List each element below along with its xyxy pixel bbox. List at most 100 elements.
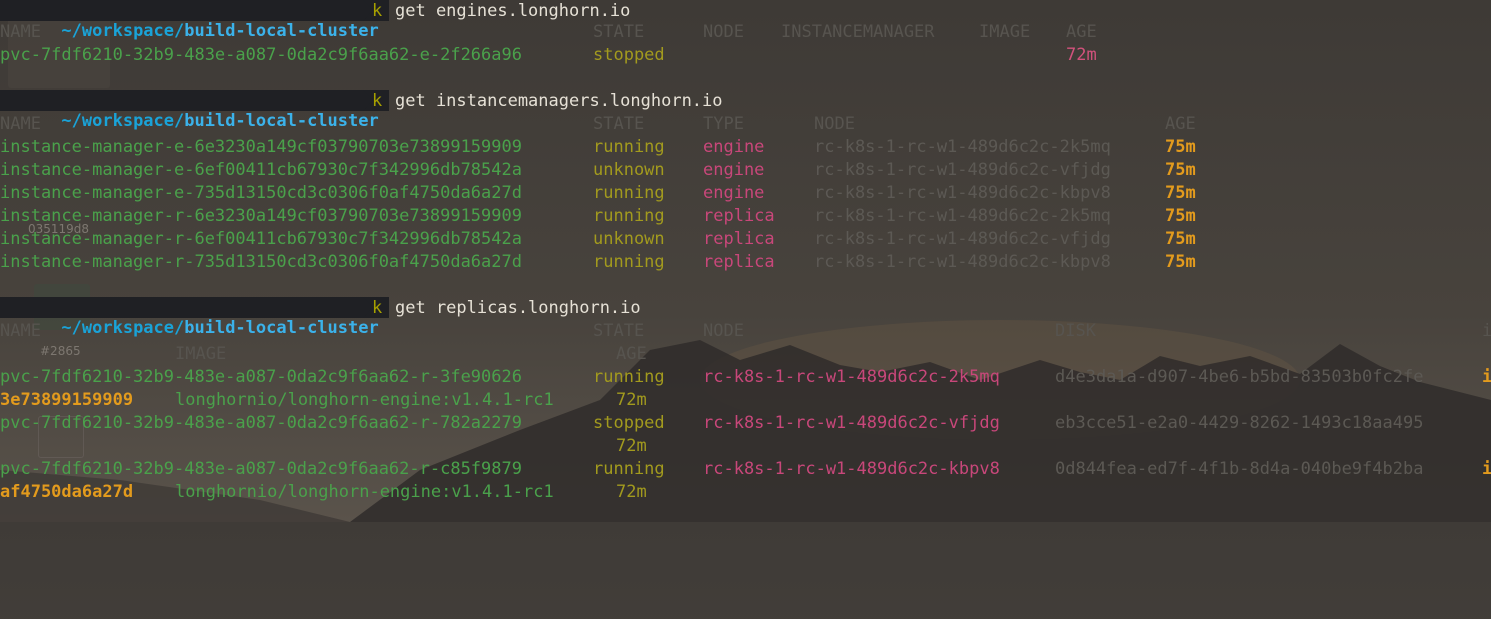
cell-age: 72m <box>616 482 647 502</box>
table-row: instance-manager-e-735d13150cd3c0306f0af… <box>0 182 1491 205</box>
cell-node: rc-k8s-1-rc-w1-489d6c2c-kbpv8 <box>814 183 1111 203</box>
cell-age: 75m <box>1165 229 1196 249</box>
header-image: IMAGE <box>979 22 1031 42</box>
cell-node: rc-k8s-1-rc-w1-489d6c2c-kbpv8 <box>814 252 1111 272</box>
cell-name: instance-manager-e-6e3230a149cf03790703e… <box>0 137 522 157</box>
header-name: NAME <box>0 22 41 42</box>
cell-type: engine <box>703 160 765 180</box>
header-image: IMAGE <box>175 344 227 364</box>
cell-state: running <box>593 459 665 479</box>
prompt-line: ~/workspace/build-local-cluster k get en… <box>0 0 1491 41</box>
prompt-path: ~/workspace/build-local-cluster <box>0 297 389 338</box>
cell-state: running <box>593 206 665 226</box>
command-text: get instancemanagers.longhorn.io <box>395 91 723 111</box>
table-row-wrap: 3e73899159909 longhornio/longhorn-engine… <box>0 389 1491 412</box>
cell-name: pvc-7fdf6210-32b9-483e-a087-0da2c9f6aa62… <box>0 45 522 65</box>
table-row: pvc-7fdf6210-32b9-483e-a087-0da2c9f6aa62… <box>0 366 1491 389</box>
header-age: AGE <box>616 344 647 364</box>
cell-name: pvc-7fdf6210-32b9-483e-a087-0da2c9f6aa62… <box>0 459 522 479</box>
prompt-path: ~/workspace/build-local-cluster <box>0 90 389 131</box>
cell-age: 75m <box>1165 252 1196 272</box>
table-row: pvc-7fdf6210-32b9-483e-a087-0da2c9f6aa62… <box>0 412 1491 435</box>
header-node: NODE <box>814 114 855 134</box>
cell-state: stopped <box>593 45 665 65</box>
cell-node: rc-k8s-1-rc-w1-489d6c2c-2k5mq <box>814 206 1111 226</box>
header-trailing: i <box>1482 321 1491 341</box>
cell-image: longhornio/longhorn-engine:v1.4.1-rc1 <box>175 482 554 502</box>
cell-name: pvc-7fdf6210-32b9-483e-a087-0da2c9f6aa62… <box>0 367 522 387</box>
cell-node: rc-k8s-1-rc-w1-489d6c2c-vfjdg <box>814 160 1111 180</box>
cell-name: instance-manager-e-735d13150cd3c0306f0af… <box>0 183 522 203</box>
cell-age: 72m <box>616 436 647 456</box>
cell-state: unknown <box>593 160 665 180</box>
cell-age: 75m <box>1165 183 1196 203</box>
cell-node: rc-k8s-1-rc-w1-489d6c2c-kbpv8 <box>703 459 1000 479</box>
cell-type: engine <box>703 183 765 203</box>
cell-name: instance-manager-r-6e3230a149cf03790703e… <box>0 206 522 226</box>
table-row: pvc-7fdf6210-32b9-483e-a087-0da2c9f6aa62… <box>0 44 1491 67</box>
header-state: STATE <box>593 114 645 134</box>
cell-type: replica <box>703 229 775 249</box>
cell-disk: eb3cce51-e2a0-4429-8262-1493c18aa495 <box>1055 413 1424 433</box>
cell-node: rc-k8s-1-rc-w1-489d6c2c-2k5mq <box>814 137 1111 157</box>
cell-trailing: i <box>1482 367 1491 387</box>
cell-im-wrap: af4750da6a27d <box>0 482 134 502</box>
cell-image: longhornio/longhorn-engine:v1.4.1-rc1 <box>175 390 554 410</box>
cell-age: 75m <box>1165 137 1196 157</box>
cell-type: engine <box>703 137 765 157</box>
cell-node: rc-k8s-1-rc-w1-489d6c2c-vfjdg <box>703 413 1000 433</box>
header-node: NODE <box>703 22 744 42</box>
cell-state: running <box>593 183 665 203</box>
header-node: NODE <box>703 321 744 341</box>
table-row: instance-manager-r-6e3230a149cf03790703e… <box>0 205 1491 228</box>
cell-type: replica <box>703 252 775 272</box>
cell-state: unknown <box>593 229 665 249</box>
prompt-line: ~/workspace/build-local-cluster k get in… <box>0 90 1491 131</box>
prompt-line: ~/workspace/build-local-cluster k get re… <box>0 297 1491 338</box>
header-state: STATE <box>593 22 645 42</box>
command-text: get replicas.longhorn.io <box>395 298 641 318</box>
table-header: NAME STATE TYPE NODE AGE <box>0 113 1491 136</box>
header-state: STATE <box>593 321 645 341</box>
cell-state: running <box>593 137 665 157</box>
cell-node: rc-k8s-1-rc-w1-489d6c2c-vfjdg <box>814 229 1111 249</box>
cell-name: instance-manager-e-6ef00411cb67930c7f342… <box>0 160 522 180</box>
cell-disk: d4e3da1a-d907-4be6-b5bd-83503b0fc2fe <box>1055 367 1424 387</box>
cell-trailing: i <box>1482 459 1491 479</box>
header-name: NAME <box>0 114 41 134</box>
table-header: NAME STATE NODE INSTANCEMANAGER IMAGE AG… <box>0 21 1491 44</box>
cell-state: stopped <box>593 413 665 433</box>
terminal-window[interactable]: ~/workspace/build-local-cluster k get en… <box>0 0 1491 522</box>
table-header-wrap: IMAGE AGE <box>0 343 1491 366</box>
table-header: NAME STATE NODE DISK i <box>0 320 1491 343</box>
prompt-alias: k <box>372 1 383 21</box>
prompt-alias: k <box>372 91 383 111</box>
cell-type: replica <box>703 206 775 226</box>
table-row: instance-manager-r-735d13150cd3c0306f0af… <box>0 251 1491 274</box>
cell-age: 72m <box>616 390 647 410</box>
prompt-alias: k <box>372 298 383 318</box>
command-text: get engines.longhorn.io <box>395 1 631 21</box>
cell-age: 72m <box>1066 45 1097 65</box>
cell-node: rc-k8s-1-rc-w1-489d6c2c-2k5mq <box>703 367 1000 387</box>
table-row: pvc-7fdf6210-32b9-483e-a087-0da2c9f6aa62… <box>0 458 1491 481</box>
table-row: instance-manager-r-6ef00411cb67930c7f342… <box>0 228 1491 251</box>
header-age: AGE <box>1165 114 1196 134</box>
cell-disk: 0d844fea-ed7f-4f1b-8d4a-040be9f4b2ba <box>1055 459 1424 479</box>
table-row-wrap: 72m <box>0 435 1491 458</box>
header-age: AGE <box>1066 22 1097 42</box>
cell-name: pvc-7fdf6210-32b9-483e-a087-0da2c9f6aa62… <box>0 413 522 433</box>
header-disk: DISK <box>1055 321 1096 341</box>
cell-name: instance-manager-r-735d13150cd3c0306f0af… <box>0 252 522 272</box>
prompt-path: ~/workspace/build-local-cluster <box>0 0 389 41</box>
cell-name: instance-manager-r-6ef00411cb67930c7f342… <box>0 229 522 249</box>
header-instancemanager: INSTANCEMANAGER <box>781 22 935 42</box>
cell-age: 75m <box>1165 160 1196 180</box>
header-name: NAME <box>0 321 41 341</box>
cell-age: 75m <box>1165 206 1196 226</box>
cell-im-wrap: 3e73899159909 <box>0 390 134 410</box>
table-row-wrap: af4750da6a27d longhornio/longhorn-engine… <box>0 481 1491 504</box>
table-row: instance-manager-e-6ef00411cb67930c7f342… <box>0 159 1491 182</box>
cell-state: running <box>593 252 665 272</box>
table-row: instance-manager-e-6e3230a149cf03790703e… <box>0 136 1491 159</box>
